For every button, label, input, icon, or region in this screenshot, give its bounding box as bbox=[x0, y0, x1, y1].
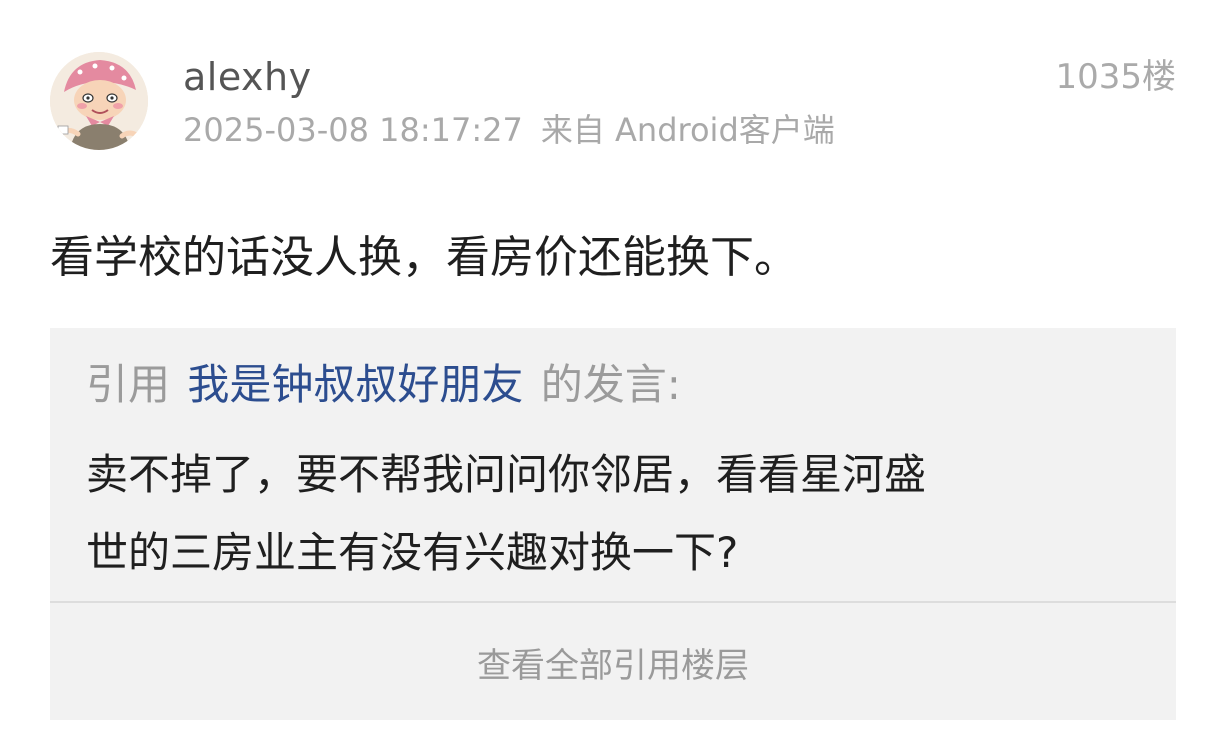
quote-text-line: 世的三房业主有没有兴趣对换一下? bbox=[86, 528, 739, 577]
post-source: 来自 Android客户端 bbox=[540, 111, 835, 149]
quote-block: 引用 我是钟叔叔好朋友 的发言: 卖不掉了，要不帮我问问你邻居，看看星河盛 世的… bbox=[50, 328, 1176, 720]
quote-suffix: 的发言: bbox=[540, 360, 681, 409]
quoted-user-link[interactable]: 我是钟叔叔好朋友 bbox=[187, 360, 523, 409]
quote-prefix: 引用 bbox=[86, 360, 171, 409]
quote-divider bbox=[50, 601, 1176, 603]
quote-text-line: 卖不掉了，要不帮我问问你邻居，看看星河盛 bbox=[86, 450, 927, 499]
view-all-quotes-button[interactable]: 查看全部引用楼层 bbox=[50, 604, 1176, 720]
post-card: alexhy 2025-03-08 18:17:27 来自 Android客户端 … bbox=[0, 0, 1224, 747]
quote-header: 引用 我是钟叔叔好朋友 的发言: bbox=[86, 356, 681, 414]
post-datetime: 2025-03-08 18:17:27 bbox=[183, 111, 523, 149]
avatar[interactable] bbox=[50, 52, 148, 150]
quote-text: 卖不掉了，要不帮我问问你邻居，看看星河盛 世的三房业主有没有兴趣对换一下? bbox=[86, 436, 1146, 592]
username[interactable]: alexhy bbox=[183, 52, 312, 102]
cartoon-avatar-icon bbox=[50, 52, 148, 150]
post-content: 看学校的话没人换，看房价还能换下。 bbox=[50, 232, 798, 283]
post-meta: 2025-03-08 18:17:27 来自 Android客户端 bbox=[183, 108, 835, 152]
floor-number: 1035楼 bbox=[1055, 57, 1176, 97]
